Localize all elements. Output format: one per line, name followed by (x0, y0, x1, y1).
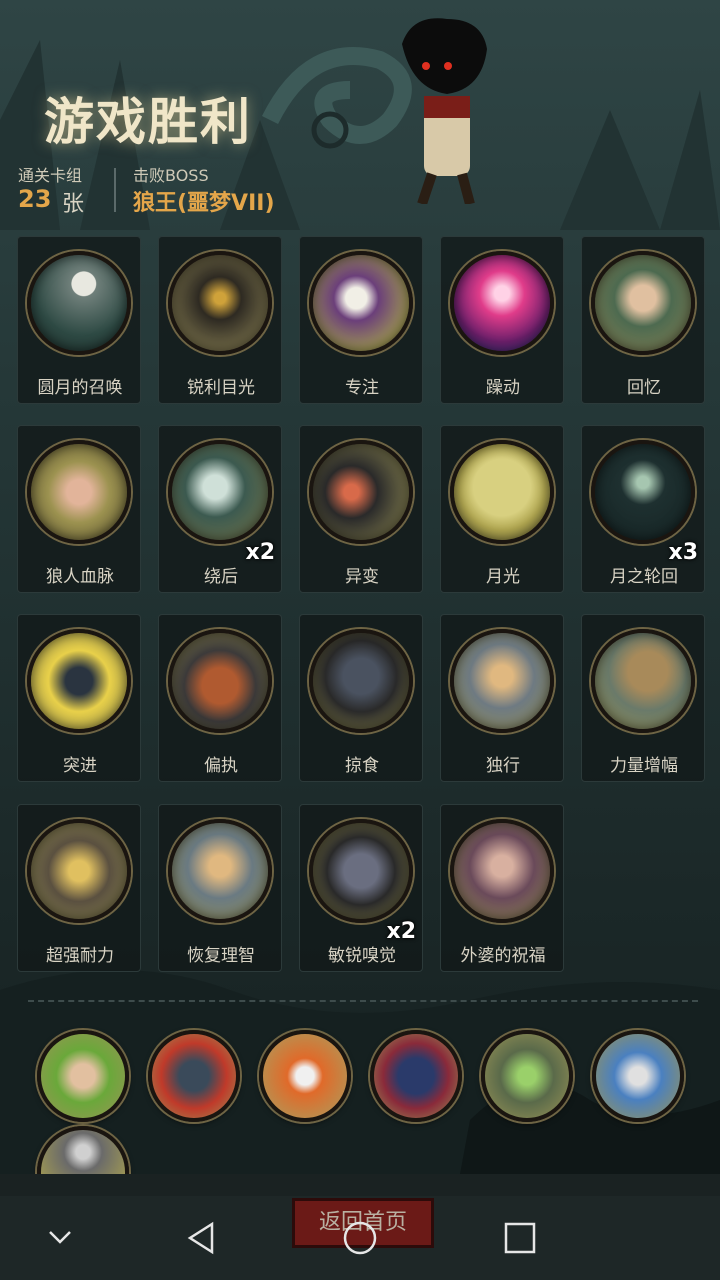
wolf-charge-icon (27, 629, 131, 733)
bottom-bar (0, 1174, 720, 1196)
zombie-icon[interactable] (481, 1030, 573, 1122)
deck-card[interactable]: 月光 (440, 425, 564, 593)
card-label: 绕后 (204, 567, 238, 587)
card-label: 月之轮回 (610, 567, 678, 587)
deck-card[interactable]: 独行 (440, 614, 564, 782)
skull-ambush-icon (168, 440, 272, 544)
card-label: 超强耐力 (46, 946, 114, 966)
card-label: 突进 (63, 756, 97, 776)
card-label: 力量增幅 (610, 756, 678, 776)
card-label: 月光 (486, 567, 520, 587)
old-man-icon (591, 251, 695, 355)
deck-label: 通关卡组 (18, 166, 83, 185)
card-label: 外婆的祝福 (460, 946, 546, 966)
home-icon[interactable] (342, 1220, 378, 1256)
boss-label: 击败BOSS (133, 166, 209, 185)
deck-card[interactable]: 锐利目光 (158, 236, 282, 404)
card-label: 专注 (345, 378, 379, 398)
sanity-icon (168, 819, 272, 923)
deck-card[interactable]: 专注 (299, 236, 423, 404)
card-label: 恢复理智 (187, 946, 255, 966)
deck-card[interactable]: 超强耐力 (17, 804, 141, 972)
glaring-wolf-icon (168, 251, 272, 355)
deck-card[interactable]: 外婆的祝福 (440, 804, 564, 972)
victory-title: 游戏胜利 (44, 93, 252, 151)
section-divider (28, 1000, 698, 1002)
full-moon-forest-icon (27, 251, 131, 355)
card-label: 掠食 (345, 756, 379, 776)
card-label: 狼人血脉 (46, 567, 114, 587)
back-icon[interactable] (184, 1220, 220, 1256)
card-label: 敏锐嗅觉 (328, 946, 396, 966)
deck-card[interactable]: 掠食 (299, 614, 423, 782)
poison-body-icon[interactable] (37, 1030, 129, 1122)
deck-card[interactable]: 狼人血脉 (17, 425, 141, 593)
lone-walker-icon (450, 629, 554, 733)
recents-icon[interactable] (502, 1220, 538, 1256)
card-label: 偏执 (204, 756, 238, 776)
deck-card[interactable]: 回忆 (581, 236, 705, 404)
endurance-icon (27, 819, 131, 923)
moon-phases-icon (591, 440, 695, 544)
prey-icon (309, 629, 413, 733)
card-label: 异变 (345, 567, 379, 587)
log-carry-icon (591, 629, 695, 733)
red-wolf-icon[interactable] (148, 1030, 240, 1122)
fire-drop-icon[interactable] (259, 1030, 351, 1122)
stat-divider (114, 168, 116, 212)
card-label: 躁动 (486, 378, 520, 398)
chevron-down-icon[interactable] (44, 1222, 76, 1254)
deck-card[interactable]: x3 月之轮回 (581, 425, 705, 593)
wizard-icon (309, 251, 413, 355)
grandma-icon (450, 819, 554, 923)
boss-name: 狼王(噩梦VII) (133, 191, 275, 216)
deck-card[interactable]: x2 绕后 (158, 425, 282, 593)
deck-card[interactable]: 异变 (299, 425, 423, 593)
deck-unit: 张 (62, 192, 85, 217)
lightning-compass-icon[interactable] (592, 1030, 684, 1122)
clawed-arm-icon (27, 440, 131, 544)
card-label: 独行 (486, 756, 520, 776)
pink-frenzy-icon (450, 251, 554, 355)
deck-card[interactable]: 突进 (17, 614, 141, 782)
roaring-bear-icon (168, 629, 272, 733)
deck-count: 23 (18, 185, 52, 213)
deck-card[interactable]: 恢复理智 (158, 804, 282, 972)
deck-card[interactable]: 偏执 (158, 614, 282, 782)
card-label: 锐利目光 (187, 378, 255, 398)
deck-grid: 圆月的召唤 锐利目光 专注 躁动 回忆狼人血脉 x2 绕后异变 月光 x3 月之轮回突进 偏执 掠食 独… (17, 236, 707, 976)
red-book-icon[interactable] (370, 1030, 462, 1122)
card-label: 回忆 (627, 378, 661, 398)
deck-card[interactable]: 力量增幅 (581, 614, 705, 782)
hero-character (402, 18, 487, 204)
deck-card[interactable]: 躁动 (440, 236, 564, 404)
deck-card[interactable]: x2 敏锐嗅觉 (299, 804, 423, 972)
wolf-moon-icon (450, 440, 554, 544)
sniffing-wolf-icon (309, 819, 413, 923)
card-label: 圆月的召唤 (37, 378, 123, 398)
mutation-icon (309, 440, 413, 544)
deck-card[interactable]: 圆月的召唤 (17, 236, 141, 404)
